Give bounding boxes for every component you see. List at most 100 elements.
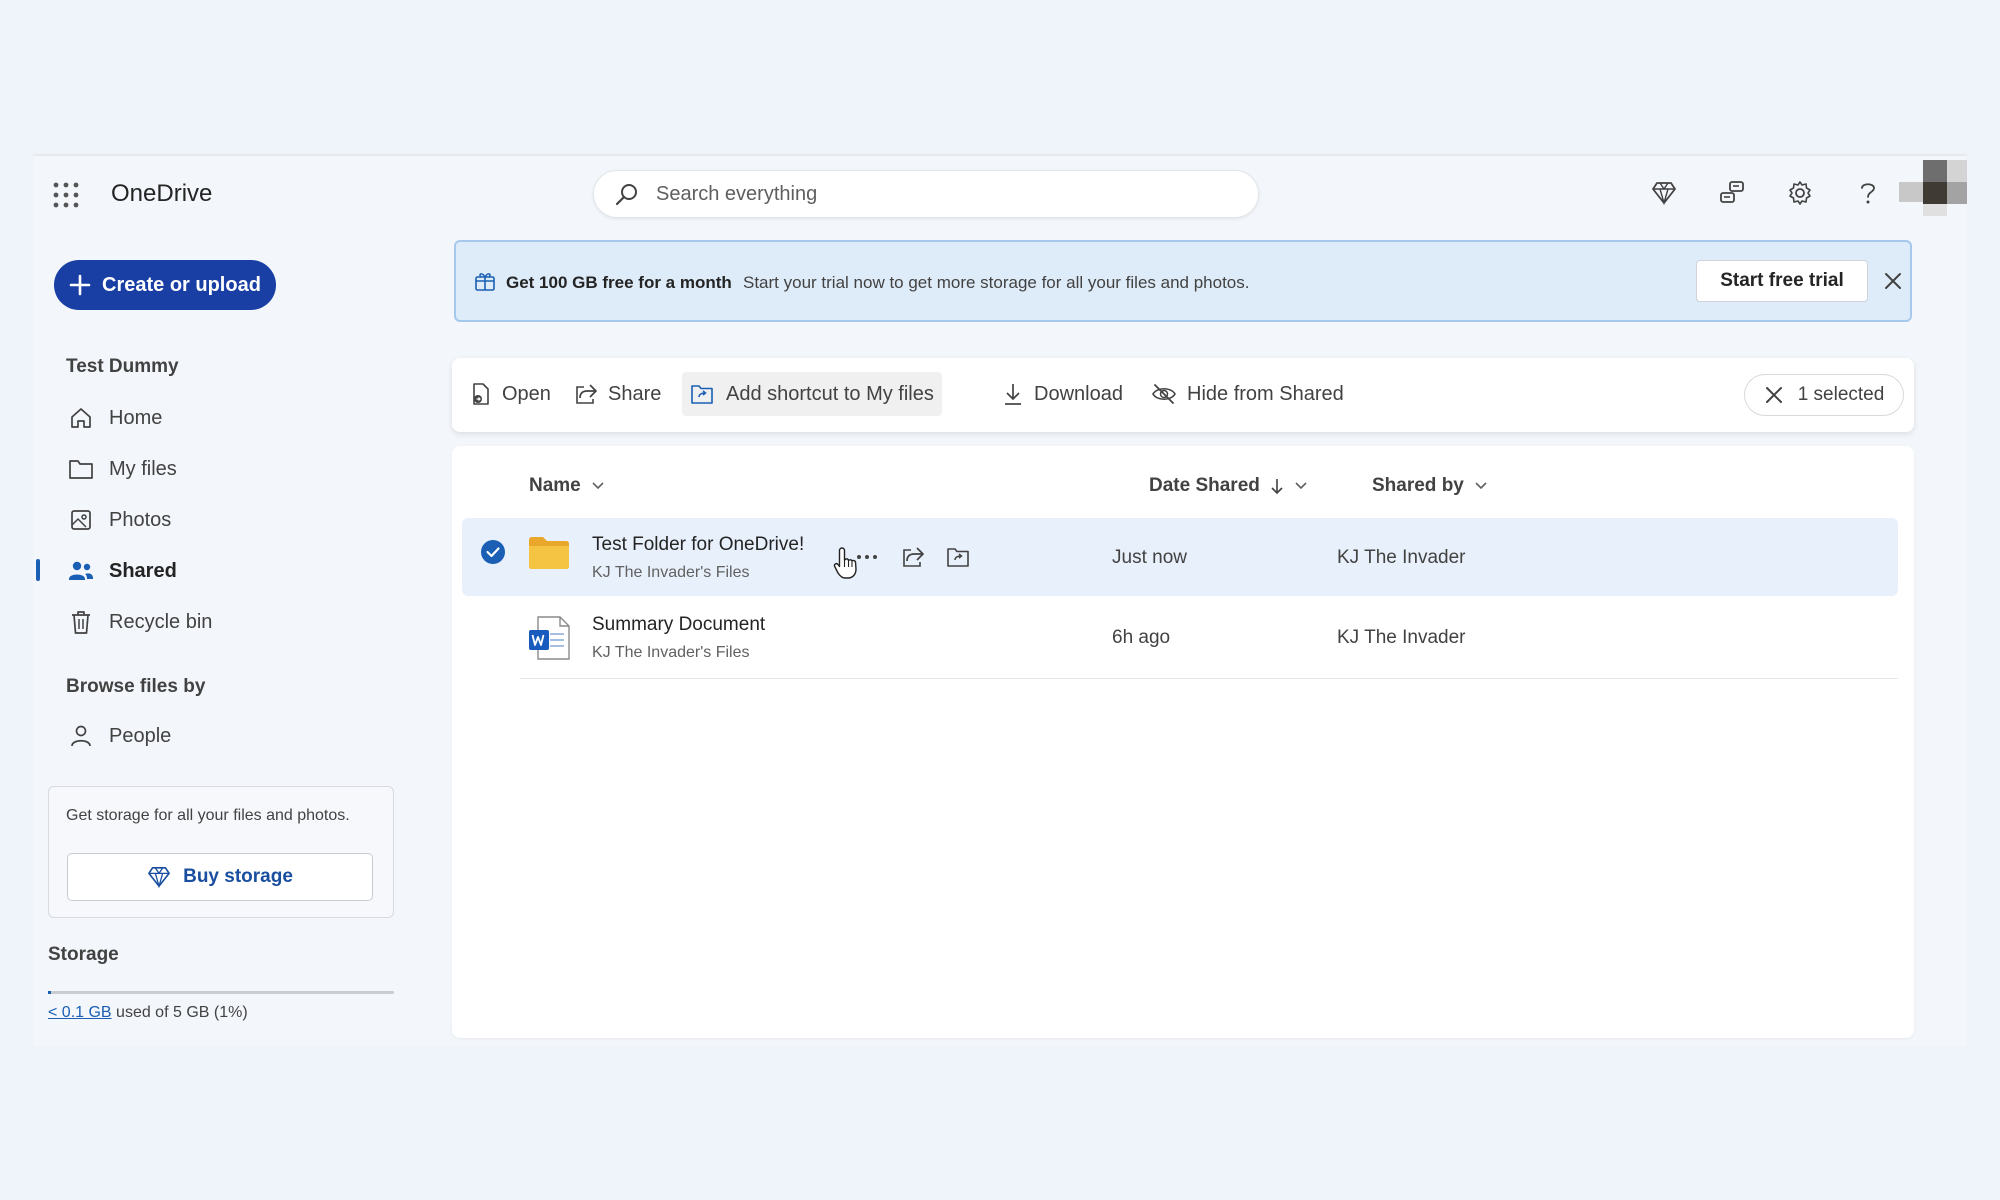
add-shortcut-label: Add shortcut to My files (726, 382, 934, 405)
table-row[interactable]: Test Folder for OneDrive! KJ The Invader… (462, 518, 1898, 596)
start-free-trial-button[interactable]: Start free trial (1696, 260, 1868, 302)
sidebar-item-photos[interactable]: Photos (67, 500, 407, 540)
shared-by[interactable]: KJ The Invader (1337, 547, 1466, 569)
banner-headline: Get 100 GB free for a month (506, 273, 732, 292)
column-label: Name (529, 475, 581, 496)
add-shortcut-icon (690, 383, 716, 405)
column-label: Shared by (1372, 475, 1464, 496)
date-shared: 6h ago (1112, 627, 1171, 648)
hide-label: Hide from Shared (1187, 382, 1344, 405)
folder-icon (528, 536, 570, 570)
onedrive-window: OneDrive Search everything Create or upl… (33, 154, 1967, 1046)
open-icon (470, 382, 492, 406)
storage-rest-text: used of 5 GB (1%) (111, 1004, 248, 1021)
people-icon (67, 557, 95, 585)
close-icon[interactable] (1882, 270, 1904, 292)
search-box[interactable] (593, 170, 1259, 218)
user-name: Test Dummy (66, 356, 179, 377)
storage-progress-fill (48, 991, 52, 994)
sidebar-item-label: Shared (109, 559, 177, 582)
buy-storage-button[interactable]: Buy storage (67, 853, 373, 901)
sidebar-item-shared[interactable]: Shared (67, 551, 407, 591)
app-title[interactable]: OneDrive (111, 180, 212, 208)
sort-arrow-down-icon (1270, 477, 1284, 495)
hide-from-shared-button[interactable]: Hide from Shared (1143, 372, 1352, 416)
share-button[interactable]: Share (566, 372, 669, 416)
sidebar-item-my-files[interactable]: My files (67, 449, 407, 489)
search-icon (614, 182, 640, 208)
gift-icon (474, 270, 496, 292)
row-divider (520, 678, 1898, 679)
search-input[interactable] (656, 179, 1216, 209)
person-icon (67, 722, 95, 750)
column-header-name[interactable]: Name (529, 470, 605, 502)
create-or-upload-button[interactable]: Create or upload (54, 260, 276, 310)
download-icon (1002, 382, 1024, 406)
open-label: Open (502, 382, 551, 405)
selected-count: 1 selected (1797, 384, 1885, 405)
help-question-icon[interactable] (1851, 176, 1885, 210)
file-name[interactable]: Test Folder for OneDrive! (592, 534, 804, 556)
sidebar-item-label: My files (109, 457, 177, 480)
storage-usage-text: < 0.1 GB used of 5 GB (1%) (48, 1004, 248, 1022)
trash-icon (67, 608, 95, 636)
browse-files-title: Browse files by (66, 676, 206, 697)
storage-progress-bar (48, 991, 394, 994)
create-button-label: Create or upload (102, 273, 261, 296)
app-launcher-icon[interactable] (51, 180, 81, 210)
column-header-date-shared[interactable]: Date Shared (1149, 470, 1308, 502)
checkmark-circle-icon[interactable] (480, 539, 506, 565)
top-bar: OneDrive (33, 156, 1967, 236)
download-button[interactable]: Download (994, 372, 1131, 416)
storage-promo-card: Get storage for all your files and photo… (48, 786, 394, 918)
active-indicator (36, 559, 40, 581)
diamond-icon (147, 866, 171, 888)
file-list: Name Date Shared Shared by Test Folder f… (452, 446, 1914, 1038)
column-label: Date Shared (1149, 475, 1260, 496)
settings-gear-icon[interactable] (1783, 176, 1817, 210)
clear-selection-button[interactable]: 1 selected (1744, 374, 1904, 416)
storage-used-link[interactable]: < 0.1 GB (48, 1004, 112, 1021)
share-label: Share (608, 382, 662, 405)
hand-cursor-icon (833, 546, 861, 580)
sidebar-item-label: People (109, 724, 172, 747)
avatar[interactable] (1899, 160, 1967, 226)
sidebar-item-people[interactable]: People (67, 716, 407, 756)
sidebar-item-label: Photos (109, 508, 172, 531)
buy-storage-label: Buy storage (183, 866, 293, 887)
word-document-icon (528, 616, 570, 660)
sidebar-item-recycle-bin[interactable]: Recycle bin (67, 602, 407, 642)
banner-text: Start your trial now to get more storage… (743, 273, 1250, 292)
command-bar: Open Share Add shortcut to My files Down… (452, 358, 1914, 432)
chevron-down-icon (1294, 481, 1308, 491)
sidebar-item-home[interactable]: Home (67, 398, 407, 438)
chevron-down-icon (1474, 481, 1488, 491)
folder-icon (67, 455, 95, 483)
photo-icon (67, 506, 95, 534)
file-location: KJ The Invader's Files (592, 564, 750, 581)
add-shortcut-icon[interactable] (944, 542, 974, 572)
share-icon (574, 383, 598, 405)
premium-diamond-icon[interactable] (1647, 176, 1681, 210)
eye-off-icon (1151, 383, 1177, 405)
table-row[interactable]: Summary Document KJ The Invader's Files … (462, 598, 1898, 676)
file-location: KJ The Invader's Files (592, 644, 750, 661)
chevron-down-icon (591, 481, 605, 491)
sidebar-item-label: Recycle bin (109, 610, 213, 633)
storage-title: Storage (48, 944, 119, 965)
plus-icon (68, 273, 92, 297)
sidebar-item-label: Home (109, 406, 163, 429)
download-label: Download (1034, 382, 1123, 405)
promo-text: Get storage for all your files and photo… (66, 807, 350, 824)
share-icon[interactable] (898, 542, 928, 572)
column-header-shared-by[interactable]: Shared by (1372, 470, 1488, 502)
add-shortcut-button[interactable]: Add shortcut to My files (682, 372, 942, 416)
close-icon (1764, 385, 1784, 405)
shared-by[interactable]: KJ The Invader (1337, 627, 1466, 649)
date-shared: Just now (1112, 547, 1187, 568)
open-button[interactable]: Open (462, 372, 559, 416)
home-icon (67, 404, 95, 432)
free-trial-banner: Get 100 GB free for a month Start your t… (454, 240, 1912, 322)
share-feedback-icon[interactable] (1715, 176, 1749, 210)
file-name[interactable]: Summary Document (592, 614, 765, 636)
